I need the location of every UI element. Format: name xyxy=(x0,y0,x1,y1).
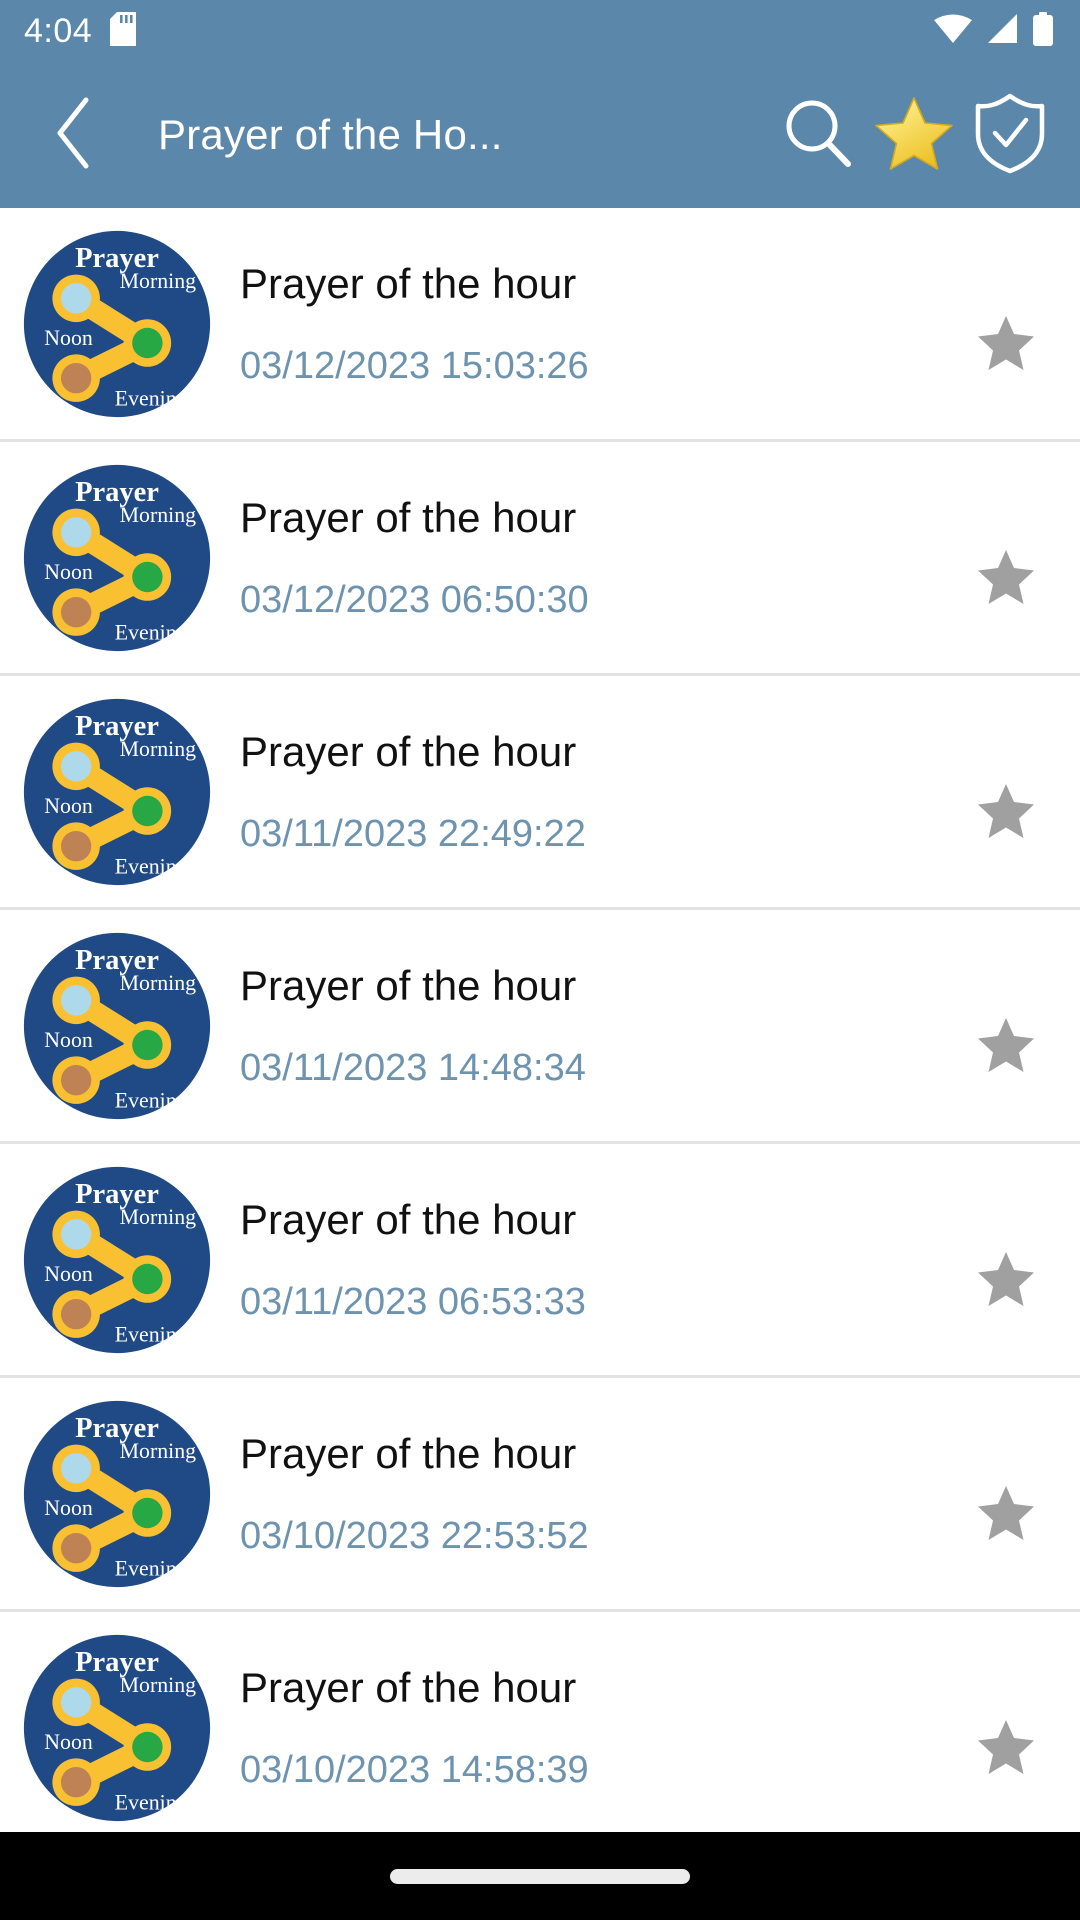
list-item-date: 03/11/2023 22:49:22 xyxy=(240,812,586,855)
prayer-logo: Prayer Morning Noon Evening xyxy=(22,1399,212,1589)
logo-label-evening: Evening xyxy=(115,620,188,644)
search-icon xyxy=(781,96,855,175)
status-bar: 4:04 xyxy=(0,0,1080,62)
list-item-title: Prayer of the hour xyxy=(240,727,577,775)
list-item-date: 03/10/2023 22:53:52 xyxy=(240,1514,589,1557)
logo-label-morning: Morning xyxy=(120,736,197,760)
star-outline-icon xyxy=(977,1718,1035,1779)
list-item-texts: Prayer of the hour 03/10/2023 14:58:39 xyxy=(212,1663,960,1791)
prayer-list[interactable]: Prayer Morning Noon Evening Prayer of th… xyxy=(0,208,1080,1832)
list-item-date: 03/12/2023 15:03:26 xyxy=(240,344,589,387)
star-icon xyxy=(874,94,954,177)
list-item[interactable]: Prayer Morning Noon Evening Prayer of th… xyxy=(0,910,1080,1144)
prayer-logo: Prayer Morning Noon Evening xyxy=(22,931,212,1121)
favorite-toggle[interactable] xyxy=(960,1469,1052,1561)
favorite-toggle[interactable] xyxy=(960,533,1052,625)
list-item[interactable]: Prayer Morning Noon Evening Prayer of th… xyxy=(0,1144,1080,1378)
favorite-toggle[interactable] xyxy=(960,1001,1052,1093)
favorite-toggle[interactable] xyxy=(960,1235,1052,1327)
list-item-date: 03/11/2023 06:53:33 xyxy=(240,1280,586,1323)
logo-label-noon: Noon xyxy=(44,559,93,583)
list-item-date: 03/11/2023 14:48:34 xyxy=(240,1046,586,1089)
prayer-logo: Prayer Morning Noon Evening xyxy=(22,1165,212,1355)
favorite-toggle[interactable] xyxy=(960,299,1052,391)
logo-label-evening: Evening xyxy=(115,1322,188,1346)
verified-button[interactable] xyxy=(962,87,1058,183)
list-item-title: Prayer of the hour xyxy=(240,493,577,541)
sd-card-icon xyxy=(110,11,137,51)
battery-icon xyxy=(1032,11,1054,51)
list-item-title: Prayer of the hour xyxy=(240,1429,577,1477)
list-item-title: Prayer of the hour xyxy=(240,1663,577,1711)
page-title: Prayer of the Ho... xyxy=(158,111,503,158)
list-item-texts: Prayer of the hour 03/11/2023 06:53:33 xyxy=(212,1195,960,1323)
status-bar-right xyxy=(934,11,1054,51)
wifi-icon xyxy=(934,14,972,49)
logo-label-morning: Morning xyxy=(120,1438,197,1462)
list-item-texts: Prayer of the hour 03/10/2023 22:53:52 xyxy=(212,1429,960,1557)
favorites-button[interactable] xyxy=(866,87,962,183)
logo-label-noon: Noon xyxy=(44,1495,93,1519)
logo-label-evening: Evening xyxy=(115,1088,188,1112)
list-item[interactable]: Prayer Morning Noon Evening Prayer of th… xyxy=(0,208,1080,442)
prayer-logo: Prayer Morning Noon Evening xyxy=(22,697,212,887)
logo-label-noon: Noon xyxy=(44,1261,93,1285)
logo-label-morning: Morning xyxy=(120,268,197,292)
list-item-texts: Prayer of the hour 03/12/2023 15:03:26 xyxy=(212,259,960,387)
logo-label-evening: Evening xyxy=(115,386,188,410)
prayer-logo: Prayer Morning Noon Evening xyxy=(22,463,212,653)
status-clock: 4:04 xyxy=(24,12,93,50)
shield-check-icon xyxy=(974,92,1046,179)
logo-label-morning: Morning xyxy=(120,970,197,994)
prayer-logo: Prayer Morning Noon Evening xyxy=(22,1633,212,1823)
favorite-toggle[interactable] xyxy=(960,767,1052,859)
list-item-texts: Prayer of the hour 03/12/2023 06:50:30 xyxy=(212,493,960,621)
gesture-pill-handle[interactable] xyxy=(390,1868,690,1884)
logo-label-evening: Evening xyxy=(115,1556,188,1580)
list-item-title: Prayer of the hour xyxy=(240,961,577,1009)
list-item-title: Prayer of the hour xyxy=(240,259,577,307)
prayer-logo: Prayer Morning Noon Evening xyxy=(22,229,212,419)
star-outline-icon xyxy=(977,1016,1035,1077)
list-item[interactable]: Prayer Morning Noon Evening Prayer of th… xyxy=(0,1612,1080,1832)
logo-label-evening: Evening xyxy=(115,854,188,878)
list-item[interactable]: Prayer Morning Noon Evening Prayer of th… xyxy=(0,676,1080,910)
star-outline-icon xyxy=(977,1484,1035,1545)
list-item[interactable]: Prayer Morning Noon Evening Prayer of th… xyxy=(0,1378,1080,1612)
logo-label-morning: Morning xyxy=(120,1672,197,1696)
status-bar-left: 4:04 xyxy=(24,11,137,51)
list-item-texts: Prayer of the hour 03/11/2023 14:48:34 xyxy=(212,961,960,1089)
star-outline-icon xyxy=(977,548,1035,609)
list-item-date: 03/12/2023 06:50:30 xyxy=(240,578,589,621)
favorite-toggle[interactable] xyxy=(960,1703,1052,1795)
list-item-texts: Prayer of the hour 03/11/2023 22:49:22 xyxy=(212,727,960,855)
star-outline-icon xyxy=(977,314,1035,375)
logo-label-noon: Noon xyxy=(44,325,93,349)
logo-label-noon: Noon xyxy=(44,793,93,817)
logo-label-noon: Noon xyxy=(44,1729,93,1753)
logo-label-evening: Evening xyxy=(115,1790,188,1814)
logo-label-morning: Morning xyxy=(120,502,197,526)
cellular-signal-icon xyxy=(986,13,1018,49)
list-item-date: 03/10/2023 14:58:39 xyxy=(240,1748,589,1791)
logo-label-morning: Morning xyxy=(120,1204,197,1228)
star-outline-icon xyxy=(977,782,1035,843)
star-outline-icon xyxy=(977,1250,1035,1311)
app-root: 4:04 Prayer of the Ho... Prayer Morning … xyxy=(0,0,1080,1920)
search-button[interactable] xyxy=(770,87,866,183)
list-item-title: Prayer of the hour xyxy=(240,1195,577,1243)
logo-label-noon: Noon xyxy=(44,1027,93,1051)
app-bar: Prayer of the Ho... xyxy=(0,62,1080,208)
system-navigation-bar xyxy=(0,1832,1080,1920)
back-button[interactable] xyxy=(34,94,116,176)
chevron-left-icon xyxy=(52,96,98,175)
list-item[interactable]: Prayer Morning Noon Evening Prayer of th… xyxy=(0,442,1080,676)
